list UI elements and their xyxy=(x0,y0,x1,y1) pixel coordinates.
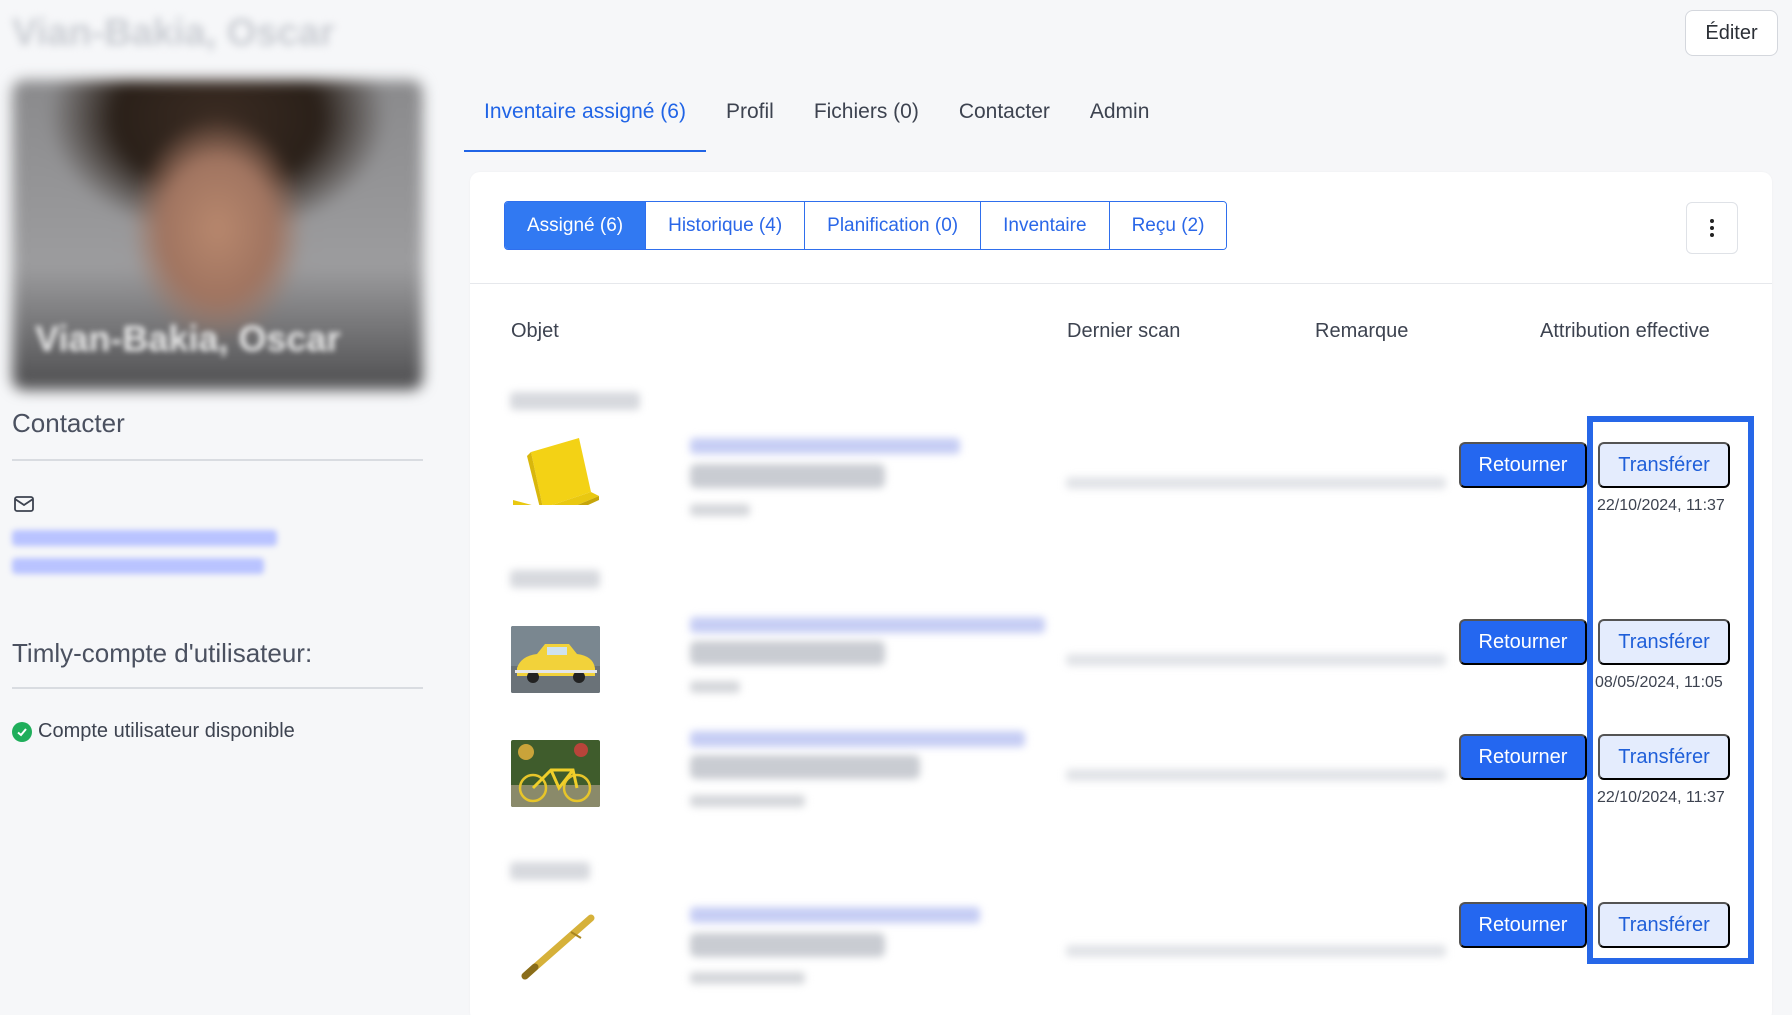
group-label xyxy=(510,862,590,880)
tab-files[interactable]: Fichiers (0) xyxy=(794,92,939,152)
item-thumbnail[interactable] xyxy=(511,912,600,982)
item-link[interactable] xyxy=(690,907,980,923)
last-scan-text xyxy=(1066,654,1446,666)
divider xyxy=(12,687,423,689)
tab-profile[interactable]: Profil xyxy=(706,92,794,152)
last-scan-text xyxy=(1066,477,1446,489)
tab-assigned-inventory[interactable]: Inventaire assigné (6) xyxy=(464,92,706,152)
segment-assigned[interactable]: Assigné (6) xyxy=(505,202,647,249)
assignment-date: 08/05/2024, 11:05 xyxy=(1595,674,1723,691)
item-subtitle xyxy=(690,795,805,807)
column-header-effective: Attribution effective xyxy=(1540,320,1710,342)
column-header-remark: Remarque xyxy=(1315,320,1409,342)
item-location-tag xyxy=(690,933,885,957)
account-status-text: Compte utilisateur disponible xyxy=(38,720,295,742)
assignment-date: 22/10/2024, 11:37 xyxy=(1597,789,1725,806)
kebab-dot-icon xyxy=(1710,219,1714,223)
tab-admin[interactable]: Admin xyxy=(1070,92,1170,152)
return-button[interactable]: Retourner xyxy=(1459,442,1587,488)
page-user-name: Vian-Bakia, Oscar xyxy=(12,12,335,54)
item-thumbnail[interactable] xyxy=(511,740,600,807)
transfer-button[interactable]: Transférer xyxy=(1598,902,1730,948)
group-label xyxy=(510,570,600,588)
laptop-icon xyxy=(513,438,599,505)
item-subtitle xyxy=(690,972,805,984)
inventory-card xyxy=(470,172,1772,1015)
item-thumbnail[interactable] xyxy=(511,626,600,693)
group-label xyxy=(510,392,640,410)
assignment-date: 22/10/2024, 11:37 xyxy=(1597,497,1725,514)
segment-inventory[interactable]: Inventaire xyxy=(981,202,1110,249)
column-header-last-scan: Dernier scan xyxy=(1067,320,1181,342)
return-button[interactable]: Retourner xyxy=(1459,734,1587,780)
car-icon xyxy=(511,626,600,693)
mail-icon xyxy=(14,496,34,512)
item-subtitle xyxy=(690,504,750,516)
pen-icon xyxy=(521,914,595,980)
divider xyxy=(12,459,423,461)
kebab-dot-icon xyxy=(1710,226,1714,230)
edit-button[interactable]: Éditer xyxy=(1685,10,1778,56)
transfer-button[interactable]: Transférer xyxy=(1598,734,1730,780)
profile-tabs: Inventaire assigné (6) Profil Fichiers (… xyxy=(464,92,1169,152)
tab-contact[interactable]: Contacter xyxy=(939,92,1070,152)
item-link[interactable] xyxy=(690,438,960,454)
avatar-caption: Vian-Bakia, Oscar xyxy=(35,318,341,359)
last-scan-text xyxy=(1066,945,1446,957)
contact-heading: Contacter xyxy=(12,408,125,438)
segment-control: Assigné (6) Historique (4) Planification… xyxy=(504,201,1228,250)
divider xyxy=(470,283,1772,284)
segment-planning[interactable]: Planification (0) xyxy=(805,202,982,249)
transfer-button[interactable]: Transférer xyxy=(1598,619,1730,665)
transfer-button[interactable]: Transférer xyxy=(1598,442,1730,488)
account-status: Compte utilisateur disponible xyxy=(12,720,295,743)
segment-received[interactable]: Reçu (2) xyxy=(1109,202,1227,249)
bicycle-icon xyxy=(511,740,600,807)
check-circle-icon xyxy=(12,721,32,742)
return-button[interactable]: Retourner xyxy=(1459,902,1587,948)
item-location-tag xyxy=(690,464,885,488)
item-link[interactable] xyxy=(690,617,1045,633)
return-button[interactable]: Retourner xyxy=(1459,619,1587,665)
account-heading: Timly-compte d'utilisateur: xyxy=(12,638,313,668)
item-location-tag xyxy=(690,755,920,779)
item-subtitle xyxy=(690,681,740,693)
item-thumbnail[interactable] xyxy=(511,438,600,505)
kebab-dot-icon xyxy=(1710,233,1714,237)
more-options-button[interactable] xyxy=(1686,202,1738,254)
contact-line[interactable] xyxy=(12,558,264,574)
item-location-tag xyxy=(690,641,885,665)
column-header-object: Objet xyxy=(511,320,559,342)
last-scan-text xyxy=(1066,769,1446,781)
segment-history[interactable]: Historique (4) xyxy=(646,202,806,249)
item-link[interactable] xyxy=(690,731,1025,747)
contact-line[interactable] xyxy=(12,530,277,546)
